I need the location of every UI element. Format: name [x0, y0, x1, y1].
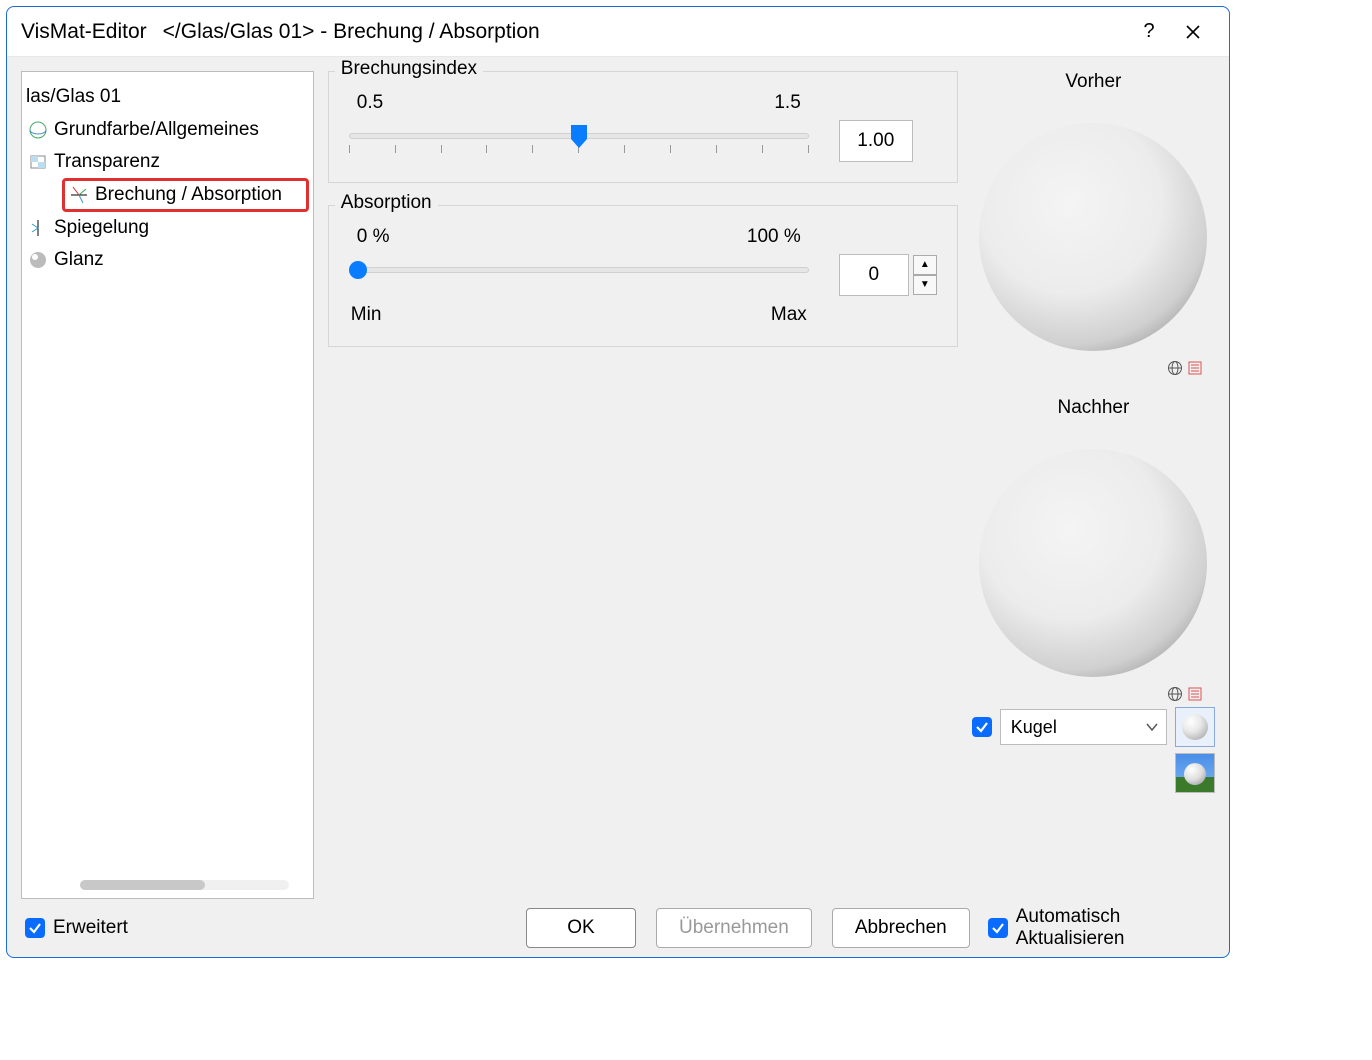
preview-panel: Vorher Nachher	[972, 71, 1215, 899]
globe-icon[interactable]	[1166, 359, 1184, 377]
tree-item-label: Glanz	[54, 249, 104, 271]
refraction-legend: Brechungsindex	[335, 58, 483, 80]
tree-item-glanz[interactable]: Glanz	[26, 244, 309, 276]
shape-combo-value: Kugel	[1011, 717, 1057, 738]
sphere-icon	[28, 120, 48, 140]
shape-checkbox[interactable]	[972, 717, 992, 737]
check-icon	[975, 720, 989, 734]
transparency-icon	[28, 152, 48, 172]
tree-item-grundfarbe[interactable]: Grundfarbe/Allgemeines	[26, 114, 309, 146]
sphere-icon	[1184, 763, 1206, 785]
window-title: </Glas/Glas 01> - Brechung / Absorption	[163, 20, 540, 44]
after-label: Nachher	[1057, 397, 1129, 419]
absorption-spinner: 0 ▲ ▼	[839, 254, 937, 296]
tree-item-label: Transparenz	[54, 151, 160, 173]
refraction-max-label: 1.5	[774, 92, 800, 114]
vismat-editor-window: VisMat-Editor </Glas/Glas 01> - Brechung…	[6, 6, 1230, 958]
cancel-button[interactable]: Abbrechen	[832, 908, 970, 948]
preview-sphere	[979, 123, 1207, 351]
check-icon	[28, 921, 42, 935]
absorption-range-labels: 0 % 100 %	[349, 220, 809, 248]
list-icon[interactable]	[1186, 685, 1204, 703]
titlebar: VisMat-Editor </Glas/Glas 01> - Brechung…	[7, 7, 1229, 57]
refraction-range-labels: 0.5 1.5	[349, 86, 809, 114]
close-icon	[1185, 24, 1201, 40]
slider-thumb[interactable]	[349, 261, 367, 279]
before-preview	[978, 97, 1208, 377]
tree-item-brechung-absorption[interactable]: Brechung / Absorption	[62, 178, 309, 212]
refraction-slider[interactable]	[349, 121, 809, 161]
chevron-down-icon	[1146, 721, 1158, 733]
absorption-slider[interactable]	[349, 255, 809, 295]
refraction-min-label: 0.5	[357, 92, 383, 114]
list-icon[interactable]	[1186, 359, 1204, 377]
auto-update-label: Automatisch Aktualisieren	[1016, 906, 1211, 950]
absorption-max-label: Max	[771, 304, 807, 326]
spin-down-button[interactable]: ▼	[913, 275, 937, 295]
sphere-icon	[1182, 714, 1208, 740]
scrollbar-thumb[interactable]	[80, 880, 205, 890]
absorption-group: Absorption 0 % 100 % 0 ▲ ▼	[328, 205, 958, 347]
settings-panel: Brechungsindex 0.5 1.5 1.00	[328, 71, 958, 899]
refraction-group: Brechungsindex 0.5 1.5 1.00	[328, 71, 958, 183]
apply-button[interactable]: Übernehmen	[656, 908, 812, 948]
tree-scrollbar[interactable]	[80, 880, 289, 890]
tree-item-label: Brechung / Absorption	[95, 184, 282, 206]
advanced-checkbox[interactable]	[25, 918, 45, 938]
absorption-legend: Absorption	[335, 192, 438, 214]
mirror-icon	[28, 218, 48, 238]
advanced-label: Erweitert	[53, 917, 128, 939]
gloss-icon	[28, 250, 48, 270]
absorption-max-pct: 100 %	[747, 226, 801, 248]
before-label: Vorher	[1065, 71, 1121, 93]
slider-thumb[interactable]	[568, 125, 590, 149]
close-button[interactable]	[1171, 10, 1215, 54]
background-button[interactable]	[1175, 753, 1215, 793]
tree-item-transparenz[interactable]: Transparenz	[26, 146, 309, 178]
help-icon: ?	[1143, 20, 1154, 43]
after-preview	[978, 423, 1208, 703]
ok-button[interactable]: OK	[526, 908, 636, 948]
absorption-min-pct: 0 %	[357, 226, 390, 248]
refraction-value-input[interactable]: 1.00	[839, 120, 913, 162]
tree-item-label: Grundfarbe/Allgemeines	[54, 119, 259, 141]
check-icon	[991, 921, 1005, 935]
auto-update-checkbox[interactable]	[988, 918, 1008, 938]
tree-item-label: Spiegelung	[54, 217, 149, 239]
spin-up-button[interactable]: ▲	[913, 255, 937, 275]
absorption-value-input[interactable]: 0	[839, 254, 909, 296]
help-button[interactable]: ?	[1127, 10, 1171, 54]
material-tree[interactable]: las/Glas 01 Grundfarbe/Allgemeines Trans…	[21, 71, 314, 899]
shape-combo[interactable]: Kugel	[1000, 709, 1167, 745]
app-name: VisMat-Editor	[21, 20, 147, 44]
tree-root[interactable]: las/Glas 01	[26, 84, 309, 114]
absorption-minmax-labels: Min Max	[349, 304, 809, 326]
refraction-icon	[69, 185, 89, 205]
tree-item-spiegelung[interactable]: Spiegelung	[26, 212, 309, 244]
absorption-min-label: Min	[351, 304, 382, 326]
preview-sphere	[979, 449, 1207, 677]
shape-preview-button[interactable]	[1175, 707, 1215, 747]
footer: Erweitert OK Übernehmen Abbrechen Automa…	[7, 899, 1229, 957]
globe-icon[interactable]	[1166, 685, 1184, 703]
